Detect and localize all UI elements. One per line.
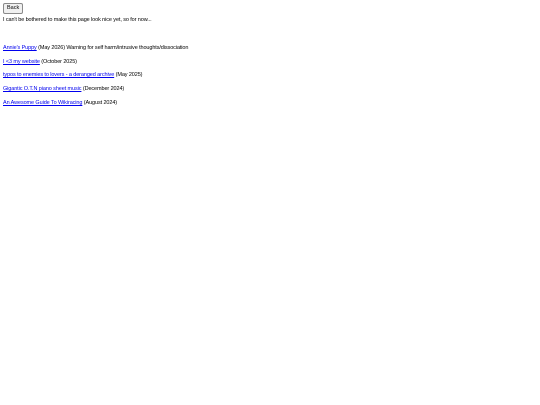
list-item: typos to enemies to lovers - a deranged … (3, 72, 188, 79)
entry-date: (May 2025) (114, 72, 143, 79)
entry-link-i-love-my-website[interactable]: I <3 my website (3, 59, 40, 65)
entry-link-piano-sheet-music[interactable]: Gigantic O.T.N piano sheet music (3, 86, 82, 92)
intro-text: I can't be bothered to make this page lo… (3, 17, 152, 23)
list-item: An Awesome Guide To Wikiracing (August 2… (3, 100, 188, 107)
entry-date: (May 2026) Warning for self harm/intrusi… (36, 45, 189, 51)
entry-date: (December 2024) (81, 86, 125, 93)
entry-link-annies-puppy[interactable]: Annie's Puppy (3, 45, 37, 51)
list-item: Annie's Puppy (May 2026) Warning for sel… (3, 45, 188, 52)
entry-link-wikiracing-guide[interactable]: An Awesome Guide To Wikiracing (3, 100, 82, 106)
entry-date: (October 2025) (39, 58, 77, 65)
back-button[interactable]: Back (3, 3, 24, 14)
entry-date: (August 2024) (82, 99, 118, 106)
entry-link-typos-archive[interactable]: typos to enemies to lovers - a deranged … (3, 72, 114, 78)
list-item: Gigantic O.T.N piano sheet music (Decemb… (3, 86, 188, 93)
list-item: I <3 my website (October 2025) (3, 59, 188, 66)
entry-list: Annie's Puppy (May 2026) Warning for sel… (3, 45, 188, 113)
